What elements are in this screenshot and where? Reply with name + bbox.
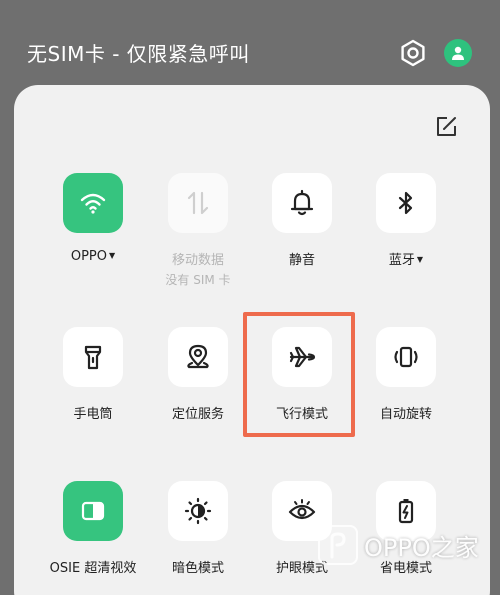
tile-auto-rotate-label: 自动旋转 (379, 407, 432, 422)
status-bar: 无SIM卡 - 仅限紧急呼叫 (0, 0, 500, 85)
tile-mobile-data-label: 移动数据 (171, 253, 224, 268)
tile-mute-label: 静音 (288, 253, 315, 268)
tile-wifi-label: OPPO ▼ (70, 249, 116, 264)
edit-icon (437, 117, 456, 136)
tile-bluetooth-label: 蓝牙 ▼ (388, 253, 424, 268)
tile-mute-toggle[interactable] (272, 173, 332, 233)
osie-icon (81, 501, 105, 521)
bell-icon (290, 189, 314, 216)
tile-osie-toggle[interactable] (63, 481, 123, 541)
user-avatar-button[interactable] (444, 39, 472, 67)
tile-dark-mode-label: 暗色模式 (171, 561, 224, 576)
tile-wifi[interactable]: OPPO ▼ (43, 173, 143, 293)
tile-location-toggle[interactable] (168, 327, 228, 387)
tile-dark-mode-toggle[interactable] (168, 481, 228, 541)
tile-flashlight[interactable]: 手电筒 (43, 327, 143, 447)
tile-mobile-data-sublabel: 没有 SIM 卡 (165, 273, 231, 287)
tile-mobile-data[interactable]: 移动数据 没有 SIM 卡 (148, 173, 248, 293)
bluetooth-icon (398, 191, 413, 215)
tile-bluetooth-toggle[interactable] (376, 173, 436, 233)
tile-bluetooth[interactable]: 蓝牙 ▼ (356, 173, 456, 293)
tile-flashlight-label: 手电筒 (73, 407, 113, 422)
edit-tiles-button[interactable] (432, 113, 460, 141)
mobile-data-icon (187, 191, 209, 215)
settings-button[interactable] (398, 38, 428, 68)
tile-mute[interactable]: 静音 (252, 173, 352, 293)
watermark: OPPO之家 (318, 525, 479, 565)
tile-location-label: 定位服务 (171, 407, 224, 422)
wifi-icon (80, 193, 106, 214)
tile-osie[interactable]: OSIE 超清视效 (43, 481, 143, 595)
user-icon (452, 46, 464, 60)
rotate-icon (394, 346, 418, 368)
airplane-mode-highlight (243, 312, 355, 437)
dark-mode-icon (184, 497, 212, 525)
tile-auto-rotate[interactable]: 自动旋转 (356, 327, 456, 447)
tile-flashlight-toggle[interactable] (63, 327, 123, 387)
watermark-text: OPPO之家 (364, 533, 479, 562)
gear-hexagon-icon (401, 39, 425, 67)
flashlight-icon (84, 345, 102, 370)
tile-mobile-data-toggle[interactable] (168, 173, 228, 233)
battery-saver-icon (398, 499, 414, 524)
tile-auto-rotate-toggle[interactable] (376, 327, 436, 387)
tile-dark-mode[interactable]: 暗色模式 (148, 481, 248, 595)
tile-osie-label: OSIE 超清视效 (49, 561, 137, 576)
eye-icon (288, 499, 316, 520)
tile-location[interactable]: 定位服务 (148, 327, 248, 447)
location-icon (187, 344, 209, 369)
tile-wifi-toggle[interactable] (63, 173, 123, 233)
carrier-status-text: 无SIM卡 - 仅限紧急呼叫 (27, 42, 250, 66)
watermark-logo-icon (318, 525, 358, 565)
